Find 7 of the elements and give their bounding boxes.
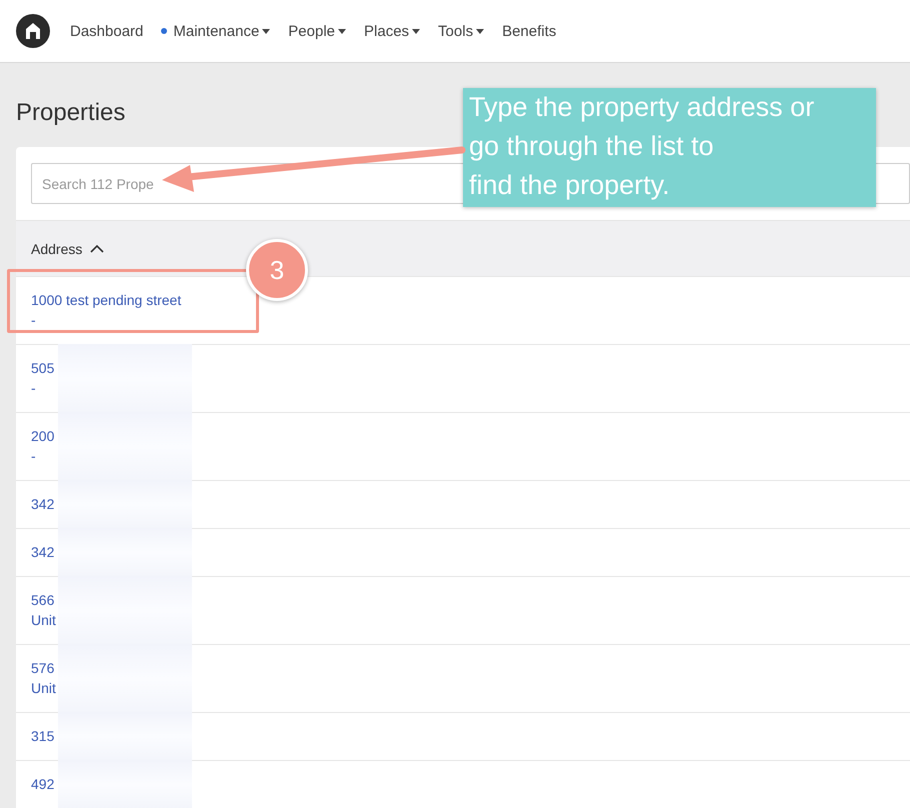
address-detail: - — [31, 311, 36, 330]
callout-tooltip: Type the property address or go through the list to find the property. — [463, 88, 876, 207]
address-detail: Unit — [31, 611, 56, 630]
page-title: Properties — [16, 98, 126, 128]
address-detail: - — [31, 379, 36, 398]
address-detail: Unit — [31, 679, 56, 698]
address-detail: - — [31, 447, 36, 466]
